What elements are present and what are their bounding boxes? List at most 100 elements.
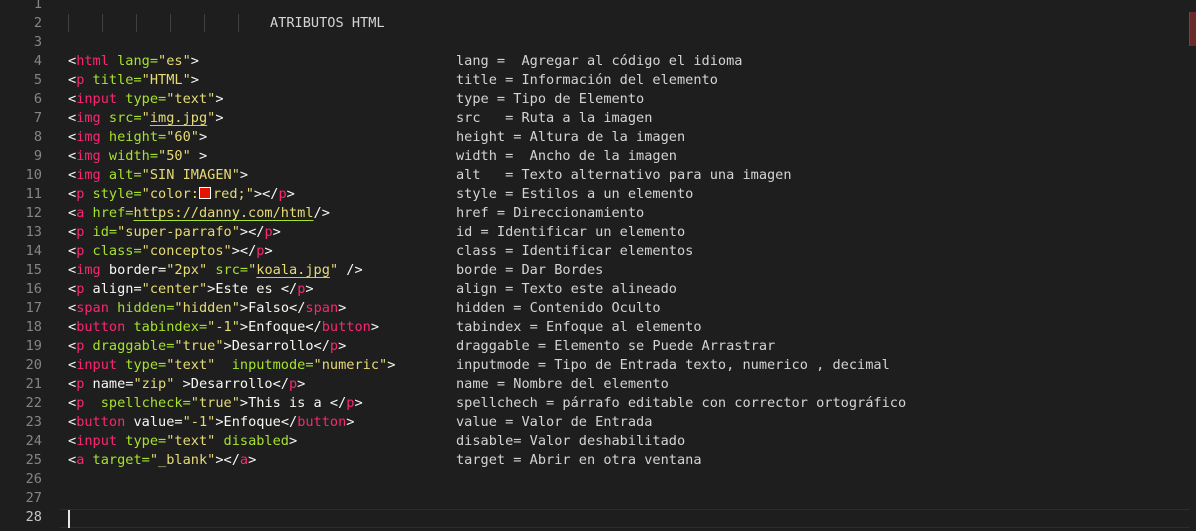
code-token: < [68, 357, 77, 373]
code-token: "true" [190, 395, 240, 411]
code-token: value= [125, 414, 183, 430]
code-token: > [190, 72, 199, 88]
code-token: p [329, 338, 339, 354]
code-token: < [68, 167, 77, 183]
code-token: title= [84, 72, 142, 88]
code-token: "2px" [166, 262, 208, 278]
code-token: lang= [108, 53, 159, 69]
title-line: ATRIBUTOS HTML [0, 14, 1190, 33]
code-token: "-1" [182, 414, 216, 430]
code-token: > [239, 167, 249, 183]
code-line: <a target="_blank"></a> target = Abrir en… [0, 451, 1190, 470]
code-token: ></ [231, 243, 257, 259]
html-code: <input type="text" inputmode="numeric"> [68, 356, 395, 375]
code-token: < [68, 414, 77, 430]
code-token: style= [84, 186, 142, 202]
scrollbar-thumb[interactable] [1189, 12, 1196, 46]
code-token: < [68, 110, 77, 126]
code-token: spellcheck= [84, 395, 191, 411]
html-code: <p style="color: red;"></p> [68, 185, 295, 204]
code-line: <p name="zip" >Desarrollo</p> name = Nomb… [0, 375, 1190, 394]
line-number: 3 [33, 34, 42, 50]
code-token: /> [313, 205, 330, 221]
line-number: 27 [25, 490, 42, 506]
attribute-description: lang = Agregar al código el idioma [456, 53, 743, 69]
code-token: < [68, 376, 77, 392]
vertical-scrollbar[interactable] [1189, 0, 1196, 531]
code-token: >Enfoque</ [215, 414, 298, 430]
code-line: <p spellcheck="true">This is a </p> spell… [0, 394, 1190, 413]
code-token: "_blank" [149, 452, 216, 468]
code-token: p [264, 224, 273, 240]
html-code: <img height="60"> [68, 128, 207, 147]
code-token: alt= [100, 167, 142, 183]
code-line: <img width="50" > width = Ancho de la ima… [0, 147, 1190, 166]
attribute-description: alt = Texto alternativo para una imagen [456, 167, 792, 183]
code-token: inputmode= [215, 357, 314, 373]
code-token: >Desarrollo</ [223, 338, 330, 354]
code-token: > [338, 338, 347, 354]
code-token: height= [100, 129, 167, 145]
code-token: ></ [215, 452, 240, 468]
code-token: class= [84, 243, 142, 259]
attribute-description: borde = Dar Bordes [456, 262, 604, 278]
code-token: > [370, 319, 380, 335]
code-token: < [68, 205, 77, 221]
code-token: " [329, 262, 339, 278]
code-token: "true" [174, 338, 224, 354]
code-token: border= [100, 262, 167, 278]
html-code: <p spellcheck="true">This is a </p> [68, 394, 363, 413]
code-line: <button tabindex="-1">Enfoque</button> ta… [0, 318, 1190, 337]
code-line: <img src="img.jpg"> src = Ruta a la image… [0, 109, 1190, 128]
attribute-description: height = Altura de la imagen [456, 129, 686, 145]
code-token: img [76, 110, 101, 126]
code-line: <img height="60"> height = Altura de la i… [0, 128, 1190, 147]
code-token: href= [84, 205, 134, 221]
code-token: src= [207, 262, 249, 278]
html-code: <button tabindex="-1">Enfoque</button> [68, 318, 379, 337]
code-token: button [76, 319, 126, 335]
code-token: > [354, 395, 363, 411]
html-code: <p draggable="true">Desarrollo</p> [68, 337, 346, 356]
code-token: draggable= [84, 338, 175, 354]
code-token: "text" [166, 91, 216, 107]
html-code: <a href=https://danny.com/html/> [68, 204, 330, 223]
code-token: > [215, 91, 224, 107]
code-token: "color: [141, 186, 199, 202]
attribute-description: class = Identificar elementos [456, 243, 694, 259]
code-token: >Desarrollo</ [174, 376, 289, 392]
code-token: > [190, 53, 199, 69]
code-line: <html lang="es"> lang = Agregar al código… [0, 52, 1190, 71]
html-code: <img alt="SIN IMAGEN"> [68, 166, 248, 185]
html-code: <html lang="es"> [68, 52, 199, 71]
line-26: 26 [0, 470, 1190, 489]
code-token: input [76, 357, 118, 373]
code-editor[interactable]: 1 2 3 4 5 6 7 8 9 10 11 12 13 14 15 16 17 18 19 20 21 22 23 24 2… [0, 0, 1196, 531]
code-token: type= [117, 91, 167, 107]
code-token: ></ [239, 224, 265, 240]
code-token: "conceptos" [141, 243, 232, 259]
attribute-description: name = Nombre del elemento [456, 376, 669, 392]
attribute-description: inputmode = Tipo de Entrada texto, numer… [456, 357, 890, 373]
code-token: < [68, 91, 77, 107]
code-token: "es" [158, 53, 191, 69]
color-swatch-icon[interactable] [198, 187, 211, 199]
code-token: > [289, 433, 298, 449]
html-code: <a target="_blank"></a> [68, 451, 256, 470]
attribute-description: target = Abrir en otra ventana [456, 452, 702, 468]
line-number: 1 [33, 0, 42, 12]
code-token: > [346, 414, 355, 430]
html-code: <img border="2px" src="koala.jpg" /> [68, 261, 363, 280]
code-token: hidden= [108, 300, 175, 316]
attribute-description: id = Identificar un elemento [456, 224, 686, 240]
code-token: input [76, 433, 118, 449]
code-line: <input type="text"> type = Tipo de Elemen… [0, 90, 1190, 109]
code-token: " [141, 110, 150, 126]
html-code: <input type="text"> [68, 90, 224, 109]
code-line: <img border="2px" src="koala.jpg" /> bord… [0, 261, 1190, 280]
code-token: >Enfoque</ [239, 319, 322, 335]
attribute-description: tabindex = Enfoque al elemento [456, 319, 702, 335]
code-line: <p class="conceptos"></p> class = Identif… [0, 242, 1190, 261]
html-code: <p name="zip" >Desarrollo</p> [68, 375, 305, 394]
code-token: img [76, 167, 101, 183]
